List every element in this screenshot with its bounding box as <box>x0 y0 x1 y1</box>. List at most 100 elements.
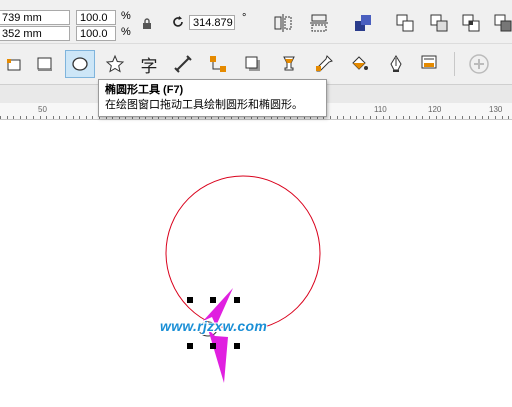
connector-tool-button[interactable] <box>203 50 233 78</box>
ruler-tick <box>495 116 496 119</box>
dimension-tool-button[interactable] <box>168 50 198 78</box>
ruler-tick <box>376 116 378 119</box>
dimension-icon <box>174 55 192 73</box>
ruler-tick <box>369 116 371 119</box>
add-tool-button[interactable] <box>464 50 494 78</box>
trim-button[interactable] <box>426 10 452 36</box>
rotation-angle-field[interactable]: 314.879 <box>189 15 235 30</box>
ruler-tick <box>19 116 21 119</box>
weld-button[interactable] <box>392 10 418 36</box>
ruler-tick <box>429 116 430 119</box>
ruler-tick <box>442 116 444 119</box>
ruler-tick <box>396 116 397 119</box>
text-tool-icon: 字 <box>140 56 158 76</box>
pointer-arrow-icon <box>208 329 228 383</box>
selection-handle[interactable] <box>210 343 216 349</box>
star-icon <box>105 54 125 73</box>
selection-handle[interactable] <box>210 297 216 303</box>
scale-x-percent: % <box>121 10 131 22</box>
ruler-tick <box>501 116 503 119</box>
paint-bucket-icon <box>352 56 368 70</box>
ruler-tick <box>422 116 424 119</box>
ellipse-icon <box>72 57 88 71</box>
ruler-tick <box>462 116 463 119</box>
ruler-tick <box>343 116 345 119</box>
plus-circle-icon <box>469 54 489 74</box>
ruler-label: 50 <box>38 105 47 114</box>
pen-tool-button[interactable] <box>381 50 411 78</box>
pen-nib-icon <box>390 55 402 72</box>
ruler-tick <box>488 116 490 119</box>
scale-x-field[interactable]: 100.0 <box>76 10 116 25</box>
ruler-tick <box>435 116 437 119</box>
ruler-tick <box>349 116 351 119</box>
ellipse-tool-tooltip: 椭圆形工具 (F7) 在绘图窗口拖动工具绘制圆形和椭圆形。 <box>98 79 327 117</box>
drop-shadow-tool-button[interactable] <box>238 50 268 78</box>
ruler-tick <box>13 116 15 119</box>
property-bar: 739 mm 352 mm 100.0 100.0 % % 314.879 ° <box>0 0 512 44</box>
ruler-tick <box>6 116 8 119</box>
smart-fill-icon <box>421 55 437 69</box>
drop-shadow-icon <box>245 56 260 71</box>
degree-symbol: ° <box>242 12 247 24</box>
ruler-tick <box>52 116 54 119</box>
selection-handle[interactable] <box>187 297 193 303</box>
ruler-label: 120 <box>428 105 442 114</box>
drawn-circle <box>165 175 321 331</box>
simplify-button[interactable] <box>490 10 512 36</box>
lock-ratio-icon[interactable] <box>141 17 153 29</box>
ruler-tick <box>33 116 34 119</box>
ruler-tick <box>356 116 358 119</box>
scale-y-field[interactable]: 100.0 <box>76 26 116 41</box>
ruler-tick <box>382 116 384 119</box>
intersect-button[interactable] <box>458 10 484 36</box>
watermark: www.rjzxw.com <box>160 318 268 334</box>
ruler-tick <box>39 116 41 119</box>
shape-tool-icon <box>7 59 21 71</box>
selection-handle[interactable] <box>187 343 193 349</box>
shape-tool-button[interactable] <box>0 50 30 78</box>
ruler-tick <box>389 116 391 119</box>
ruler-label: 110 <box>374 105 387 114</box>
toolbar-separator <box>454 52 455 76</box>
polygon-tool-button[interactable] <box>100 50 130 78</box>
mirror-horizontal-button[interactable] <box>270 10 296 36</box>
smart-fill-tool-button[interactable] <box>414 50 444 78</box>
transparency-tool-button[interactable] <box>274 50 304 78</box>
ruler-tick <box>402 116 404 119</box>
object-width-field[interactable]: 739 mm <box>0 10 70 25</box>
ruler-tick <box>330 116 331 119</box>
ruler-tick <box>59 116 61 119</box>
ruler-tick <box>72 116 74 119</box>
ruler-tick <box>481 116 483 119</box>
selection-handle[interactable] <box>234 343 240 349</box>
tooltip-description: 在绘图窗口拖动工具绘制圆形和椭圆形。 <box>105 99 303 111</box>
rectangle-icon <box>37 57 52 71</box>
ruler-tick <box>508 116 510 119</box>
rectangle-tool-button[interactable] <box>30 50 60 78</box>
ruler-tick <box>85 116 87 119</box>
ruler-tick <box>46 116 48 119</box>
interactive-fill-tool-button[interactable] <box>344 50 374 78</box>
ruler-tick <box>475 116 477 119</box>
ruler-tick <box>448 116 450 119</box>
ruler-tick <box>363 116 364 119</box>
ruler-tick <box>26 116 28 119</box>
ruler-tick <box>468 116 470 119</box>
connector-icon <box>210 56 226 72</box>
object-height-field[interactable]: 352 mm <box>0 26 70 41</box>
text-tool-button[interactable]: 字 <box>134 50 164 78</box>
ruler-label: 130 <box>489 105 503 114</box>
ruler-tick <box>92 116 94 119</box>
rotate-icon <box>171 15 185 29</box>
ruler-tick <box>0 116 1 119</box>
mirror-vertical-button[interactable] <box>306 10 332 36</box>
combine-button[interactable] <box>350 10 376 36</box>
tooltip-title: 椭圆形工具 (F7) <box>105 84 184 96</box>
ruler-tick <box>409 116 411 119</box>
selection-handle[interactable] <box>234 297 240 303</box>
ruler-tick <box>336 116 338 119</box>
eyedropper-icon <box>316 55 333 72</box>
ellipse-tool-button[interactable] <box>65 50 95 78</box>
eyedropper-tool-button[interactable] <box>309 50 339 78</box>
